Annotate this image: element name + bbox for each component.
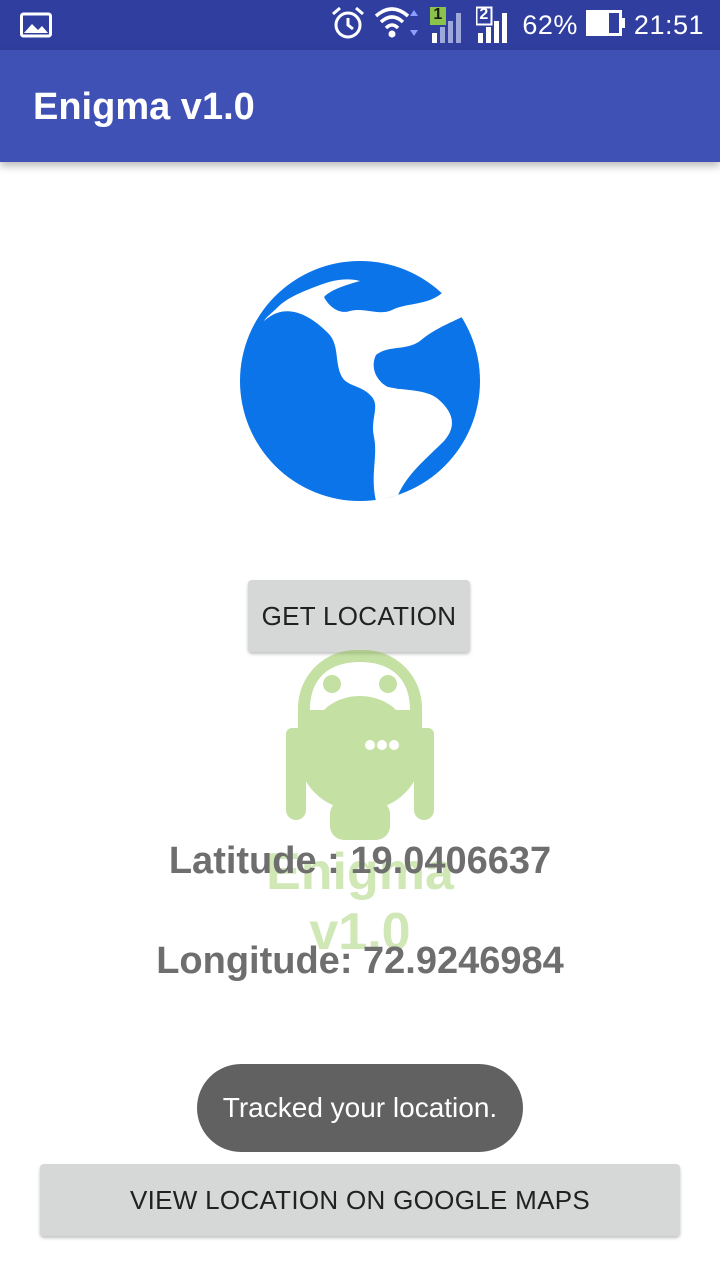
status-bar: 1 2 62% 21:51 (0, 0, 720, 50)
signal-sim2-icon: 2 (475, 5, 514, 45)
status-icons: 1 2 62% 21:51 (330, 0, 704, 50)
app-title: Enigma v1.0 (33, 86, 255, 128)
gallery-icon (20, 12, 52, 43)
globe-icon (238, 259, 482, 508)
app-bar: Enigma v1.0 (0, 50, 720, 162)
view-on-google-maps-button[interactable]: VIEW LOCATION ON GOOGLE MAPS (40, 1164, 680, 1236)
battery-icon (585, 9, 626, 41)
toast-message: Tracked your location. (197, 1064, 523, 1152)
alarm-icon (330, 5, 366, 46)
screen: 1 2 62% 21:51 Enigma v1.0 GET LOCATION E… (0, 0, 720, 1280)
sim1-label: 1 (433, 6, 443, 23)
longitude-text: Longitude: 72.9246984 (156, 940, 564, 982)
latitude-text: Latitude : 19.0406637 (168, 840, 552, 882)
battery-percent: 62% (522, 9, 578, 40)
clock: 21:51 (633, 9, 704, 40)
sim2-label: 2 (479, 6, 489, 23)
get-location-button[interactable]: GET LOCATION (248, 580, 470, 652)
wifi-icon (374, 6, 422, 45)
signal-sim1-icon: 1 (430, 5, 468, 45)
